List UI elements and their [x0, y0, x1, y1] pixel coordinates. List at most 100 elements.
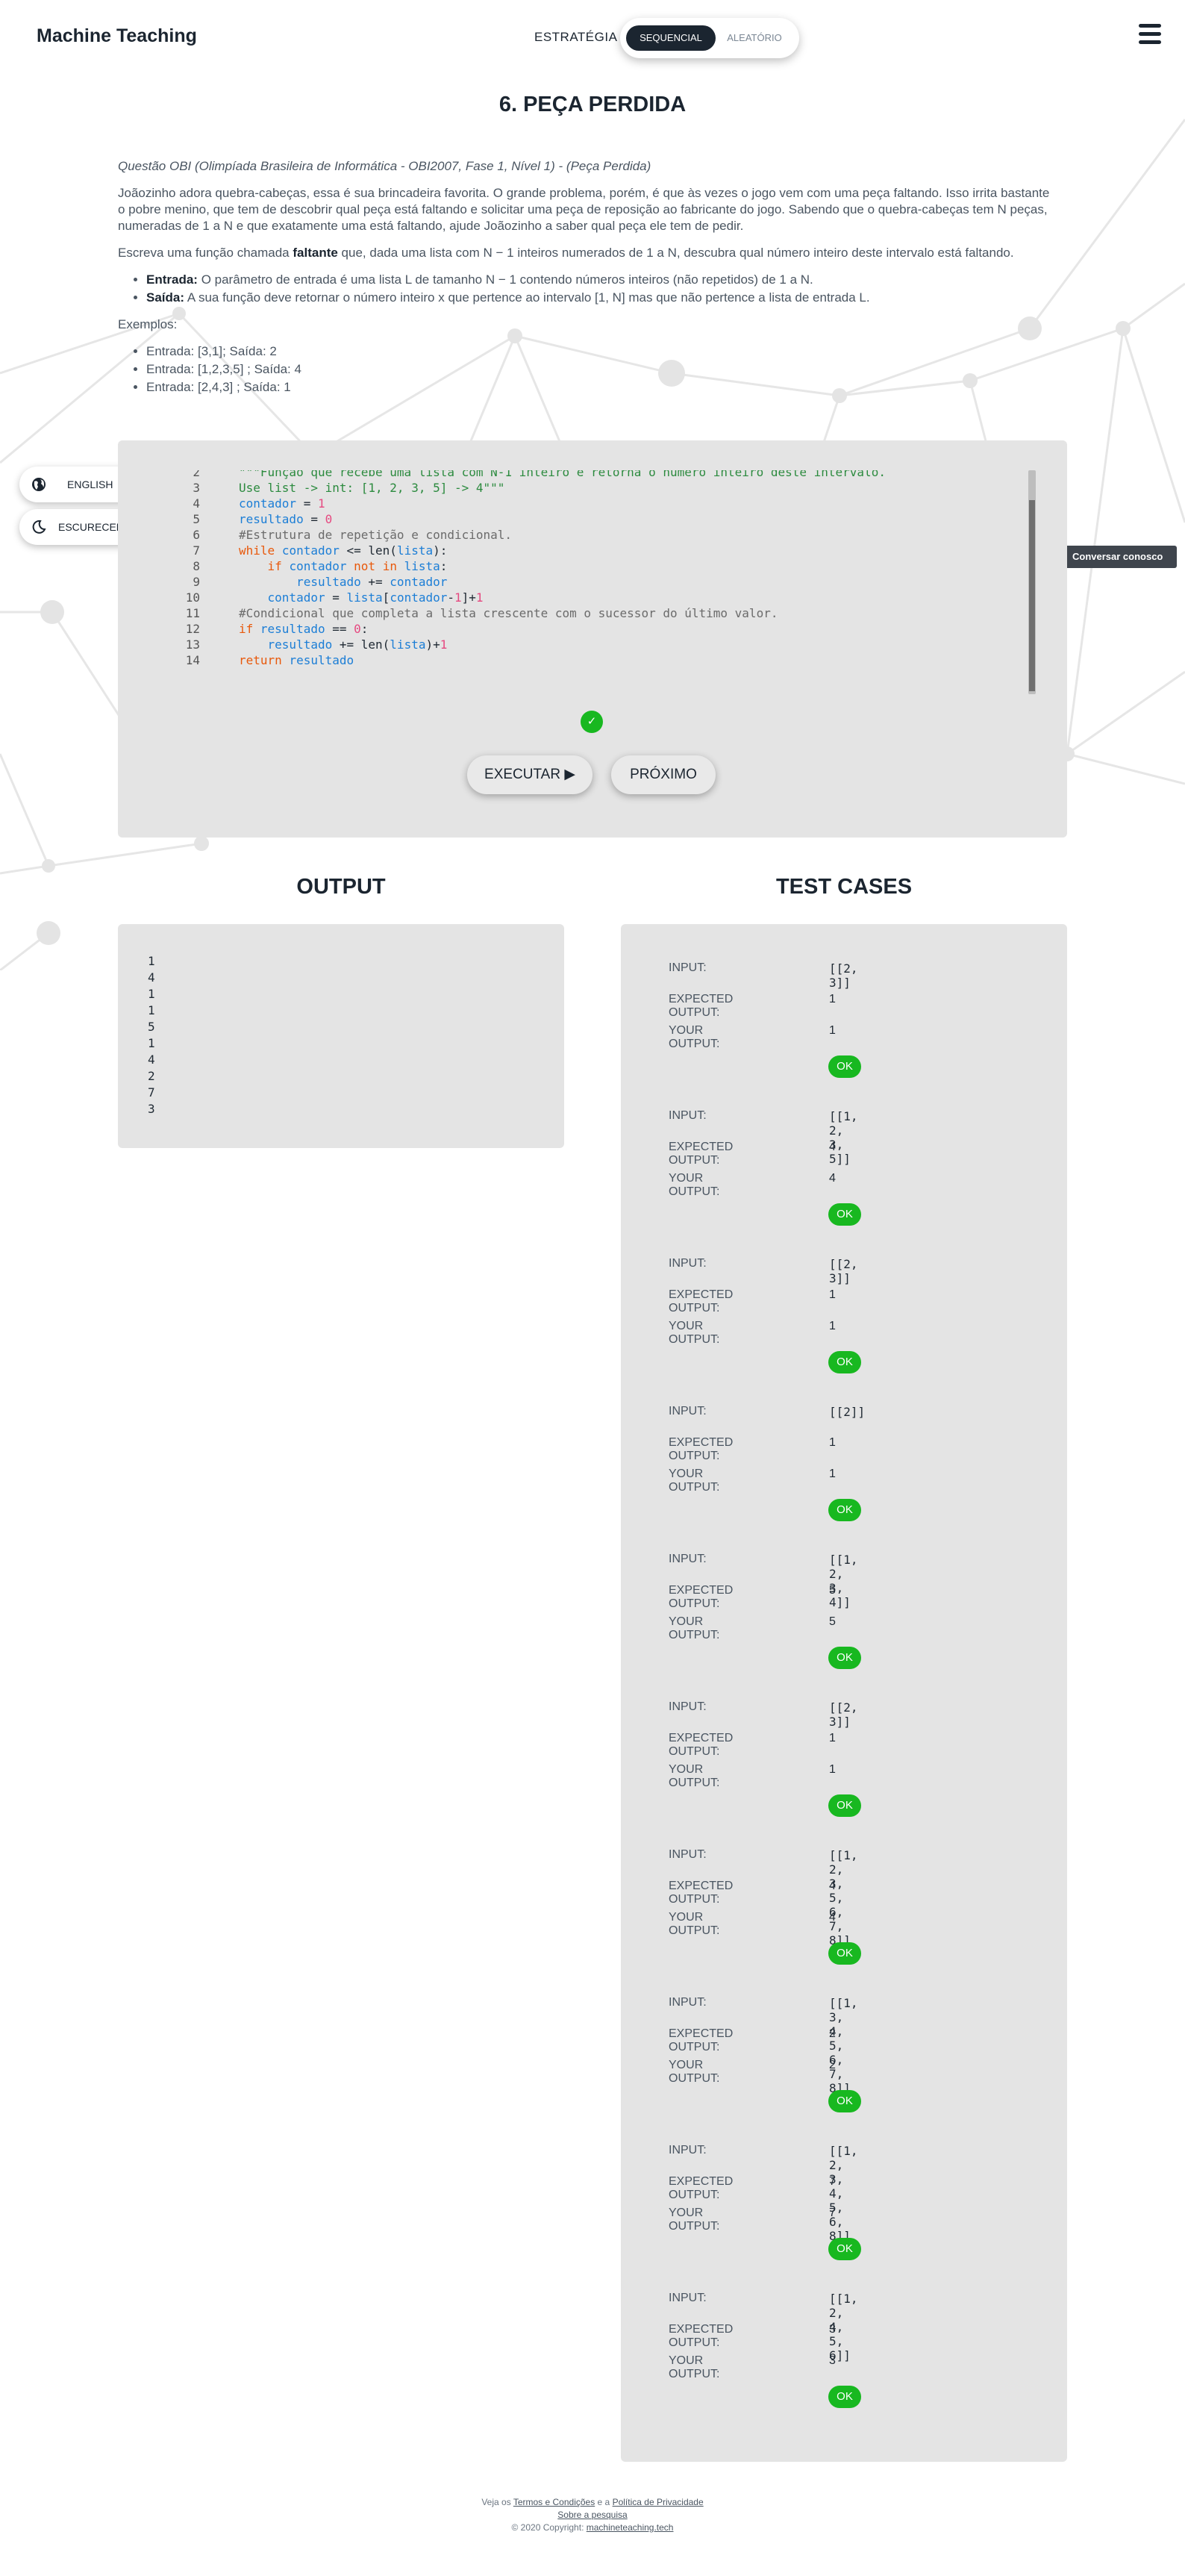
- output-line: 4: [148, 1052, 155, 1067]
- code-line: contador = 1: [239, 496, 325, 511]
- ok-badge: OK: [828, 1942, 861, 1965]
- your-output-label: YOUR OUTPUT:: [669, 1763, 720, 1789]
- code-text[interactable]: """Função que recebe uma lista com N-1 i…: [239, 470, 886, 668]
- line-number: 11: [185, 606, 200, 620]
- problem-task: Escreva uma função chamada faltante que,…: [118, 245, 1058, 261]
- input-value: [[2]]: [829, 1405, 866, 1419]
- examples-list: Entrada: [3,1]; Saída: 2 Entrada: [1,2,3…: [118, 343, 1058, 396]
- code-editor[interactable]: 2 3 4 5 6 7 8 9 10 11 12 13 14 """Função…: [155, 470, 1081, 694]
- toggle-sequencial[interactable]: SEQUENCIAL: [626, 25, 716, 51]
- examples-label: Exemplos:: [118, 317, 178, 331]
- code-line: resultado += len(lista)+1: [267, 637, 448, 652]
- problem-intro: Joãozinho adora quebra-cabeças, essa é s…: [118, 186, 1050, 233]
- expected-label: EXPECTED OUTPUT:: [669, 1141, 734, 1167]
- your-output-label: YOUR OUTPUT:: [669, 2354, 720, 2380]
- your-output-label: YOUR OUTPUT:: [669, 1615, 720, 1641]
- your-output-value: 3: [829, 2354, 836, 2367]
- your-output-value: 1: [829, 1024, 836, 1037]
- code-line: #Estrutura de repetição e condicional.: [239, 528, 513, 542]
- test-cases-title: TEST CASES: [775, 875, 913, 899]
- menu-icon[interactable]: [1139, 24, 1161, 49]
- editor-scrollbar[interactable]: [1028, 470, 1036, 694]
- expected-label: EXPECTED OUTPUT:: [669, 2027, 734, 2053]
- code-line: """Função que recebe uma lista com N-1 i…: [239, 470, 886, 479]
- expected-value: 1: [829, 1436, 836, 1449]
- privacy-link[interactable]: Política de Privacidade: [613, 2497, 704, 2507]
- ok-badge: OK: [828, 1351, 861, 1373]
- strategy-label: ESTRATÉGIA: [534, 30, 618, 44]
- input-label: INPUT:: [669, 1996, 707, 2009]
- expected-value: 7: [829, 2175, 836, 2188]
- your-output-label: YOUR OUTPUT:: [669, 1911, 720, 1937]
- input-value: [[1, 2, 3, 4]]: [829, 1553, 858, 1609]
- input-label: INPUT:: [669, 1700, 707, 1713]
- your-output-label: YOUR OUTPUT:: [669, 1024, 720, 1050]
- run-button[interactable]: EXECUTAR ▶: [467, 755, 592, 794]
- line-number: 9: [193, 575, 200, 589]
- ok-badge: OK: [828, 2090, 861, 2112]
- output-line: 2: [148, 1069, 155, 1083]
- your-output-value: 1: [829, 1320, 836, 1332]
- input-label: INPUT:: [669, 1405, 707, 1418]
- input-label: INPUT:: [669, 1109, 707, 1122]
- input-label: INPUT:: [669, 1257, 707, 1270]
- page-title: 6. PEÇA PERDIDA: [498, 93, 687, 116]
- output-line: 7: [148, 1085, 155, 1100]
- your-output-value: 7: [829, 2207, 836, 2219]
- bullet-text: O parâmetro de entrada é uma lista L de …: [197, 272, 813, 287]
- dark-mode-label: ESCURECER: [58, 521, 124, 533]
- task-text: que, dada uma lista com N − 1 inteiros n…: [337, 246, 1014, 260]
- footer-text: Veja os: [481, 2497, 513, 2507]
- task-text: Escreva uma função chamada: [118, 246, 293, 260]
- line-number: 7: [193, 543, 200, 558]
- about-link[interactable]: Sobre a pesquisa: [557, 2510, 627, 2520]
- line-number: 8: [193, 559, 200, 573]
- bullet-text: A sua função deve retornar o número inte…: [184, 290, 870, 305]
- expected-label: EXPECTED OUTPUT:: [669, 1288, 734, 1314]
- site-link[interactable]: machineteaching.tech: [587, 2522, 674, 2533]
- expected-label: EXPECTED OUTPUT:: [669, 2175, 734, 2201]
- list-item: Entrada: [3,1]; Saída: 2: [146, 343, 1058, 360]
- expected-label: EXPECTED OUTPUT:: [669, 2323, 734, 2349]
- output-line: 1: [148, 1003, 155, 1017]
- input-value: [[1, 2, 3, 5]]: [829, 1109, 858, 1166]
- terms-link[interactable]: Termos e Condições: [513, 2497, 595, 2507]
- expected-label: EXPECTED OUTPUT:: [669, 1436, 734, 1462]
- your-output-value: 1: [829, 1763, 836, 1776]
- line-number: 5: [193, 512, 200, 526]
- line-number: 14: [185, 653, 200, 667]
- your-output-value: 1: [829, 1468, 836, 1480]
- next-button[interactable]: PRÓXIMO: [611, 755, 716, 794]
- success-check-icon: ✓: [581, 711, 603, 733]
- code-line: if resultado == 0:: [239, 622, 369, 636]
- input-label: INPUT:: [669, 1848, 707, 1861]
- bullet-label: Saída:: [146, 290, 185, 305]
- input-value: [[2, 3]]: [829, 1700, 858, 1729]
- expected-value: 4: [829, 1880, 836, 1892]
- line-number: 13: [185, 637, 200, 652]
- your-output-value: 4: [829, 1911, 836, 1924]
- your-output-value: 2: [829, 2059, 836, 2071]
- ok-badge: OK: [828, 1794, 861, 1817]
- expected-label: EXPECTED OUTPUT:: [669, 993, 734, 1019]
- output-line: 5: [148, 1020, 155, 1034]
- output-panel: [118, 924, 564, 1148]
- chat-label: Conversar conosco: [1072, 551, 1163, 562]
- expected-value: 4: [829, 1141, 836, 1153]
- your-output-value: 4: [829, 1172, 836, 1185]
- strategy-toggle[interactable]: SEQUENCIAL ALEATÓRIO: [620, 18, 799, 58]
- expected-value: 2: [829, 2027, 836, 2040]
- your-output-label: YOUR OUTPUT:: [669, 1320, 720, 1346]
- code-line: Use list -> int: [1, 2, 3, 5] -> 4""": [239, 481, 505, 495]
- code-line: resultado = 0: [239, 512, 333, 526]
- line-number: 6: [193, 528, 200, 542]
- expected-label: EXPECTED OUTPUT:: [669, 1584, 734, 1610]
- output-line: 1: [148, 954, 155, 968]
- ok-badge: OK: [828, 1203, 861, 1226]
- input-label: INPUT:: [669, 2144, 707, 2156]
- toggle-aleatorio[interactable]: ALEATÓRIO: [717, 25, 792, 51]
- code-line: return resultado: [239, 653, 354, 667]
- brand-logo[interactable]: Machine Teaching: [37, 25, 197, 47]
- ok-badge: OK: [828, 1055, 861, 1078]
- problem-statement: Questão OBI (Olimpíada Brasileira de Inf…: [118, 158, 1058, 406]
